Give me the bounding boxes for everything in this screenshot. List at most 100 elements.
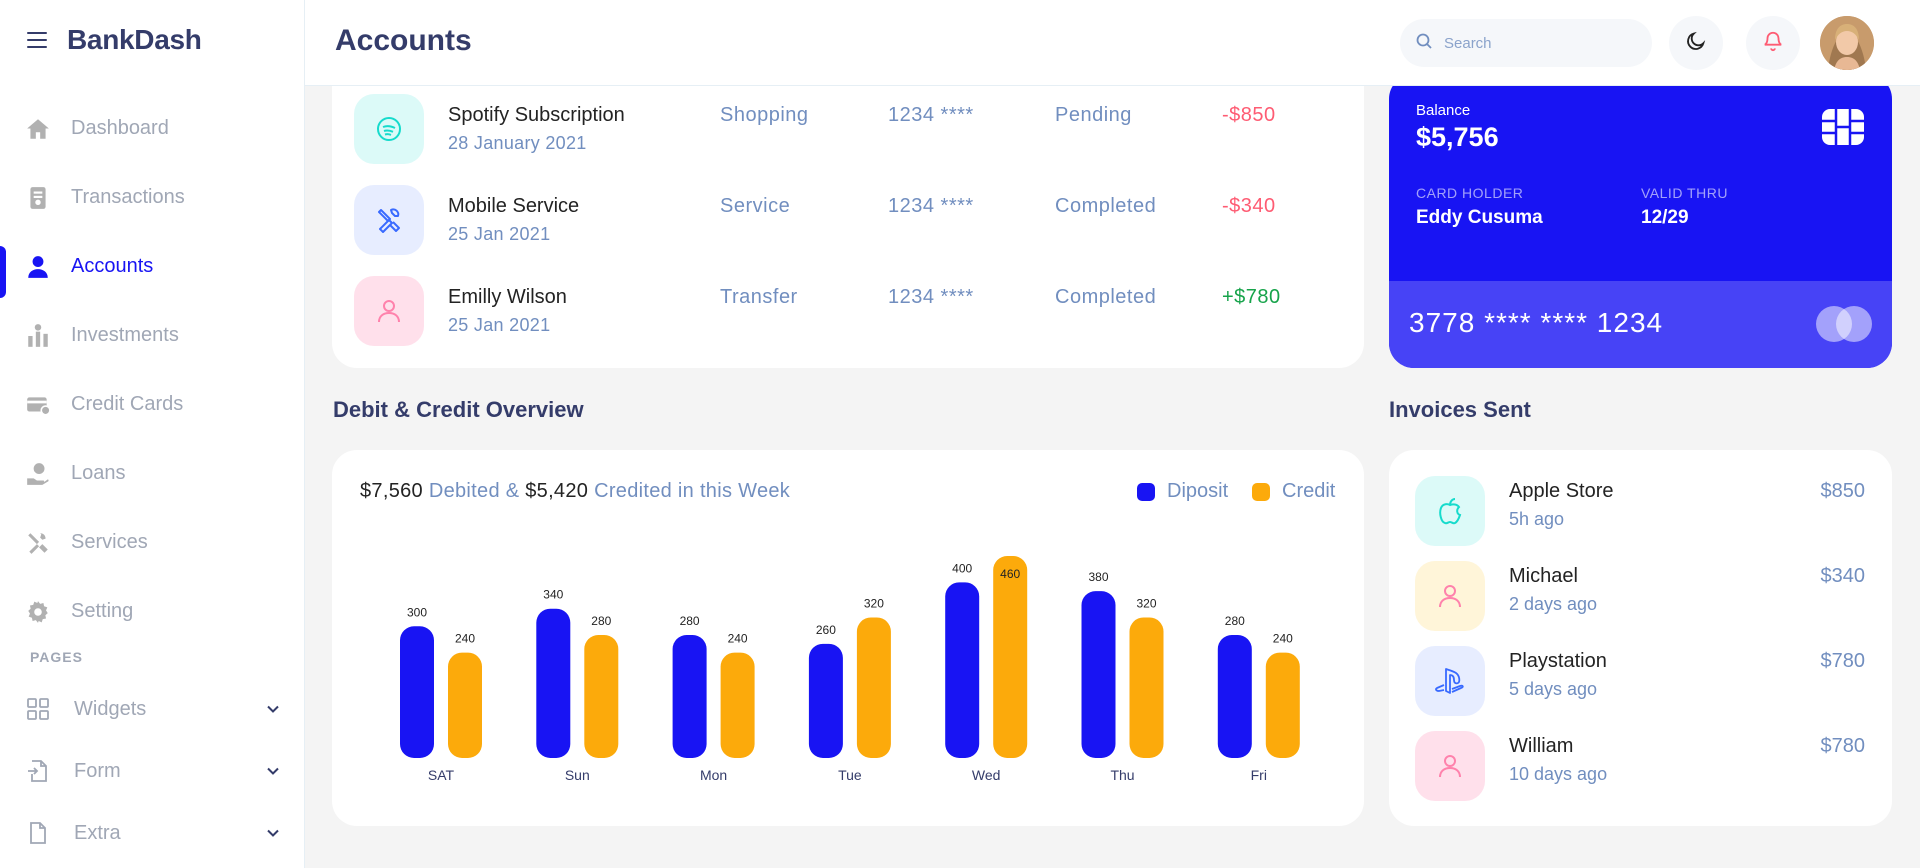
transaction-card: 1234 **** [888,286,974,308]
list-item[interactable]: William 10 days ago $780 [1415,731,1865,801]
table-row[interactable]: Emilly Wilson 25 Jan 2021 Transfer 1234 … [354,276,1344,346]
transaction-category: Service [720,195,791,217]
valid-thru-label: VALID THRU [1641,185,1728,201]
transaction-name: Mobile Service [448,195,580,217]
bar-diposit-sat[interactable] [400,626,434,758]
invoice-amount: $780 [1820,650,1866,672]
transaction-category: Shopping [720,104,809,126]
sidebar-item-extra[interactable]: Extra [0,802,305,864]
bar-credit-wed[interactable] [993,556,1028,758]
debited-text: Debited & [422,480,526,502]
bar-diposit-fri[interactable] [1217,635,1252,758]
balance-card-top: Balance $5,756 CARD HOLDER Eddy Cusuma V… [1389,74,1892,281]
user-icon [1415,731,1485,801]
credit-card-icon [25,392,51,418]
bell-icon [1762,30,1784,57]
invoice-time: 2 days ago [1509,594,1598,614]
bar-credit-mon[interactable] [720,652,755,758]
user-icon [354,276,424,346]
legend-swatch [1252,482,1270,501]
invoice-time: 5 days ago [1509,679,1598,699]
x-tick-label: Wed [972,767,1001,783]
invoice-name: Michael [1509,565,1578,587]
legend-label: Credit [1282,480,1336,502]
data-label: 280 [680,614,700,628]
transaction-date: 28 January 2021 [448,133,587,153]
mastercard-logo-icon [1816,306,1872,342]
data-label: 380 [1088,570,1108,584]
bar-diposit-mon[interactable] [672,635,707,758]
invoice-time: 5h ago [1509,509,1565,529]
sidebar-item-setting[interactable]: Setting [0,577,305,646]
bar-diposit-tue[interactable] [808,643,843,758]
table-row[interactable]: Mobile Service 25 Jan 2021 Service 1234 … [354,185,1344,255]
user-icon [1415,561,1485,631]
weekly-summary: $7,560 Debited & $5,420 Credited in this… [360,480,790,503]
card-chip-icon [1821,108,1865,146]
data-label: 280 [591,614,611,628]
transaction-card: 1234 **** [888,104,974,126]
list-item[interactable]: Michael 2 days ago $340 [1415,561,1865,631]
bar-diposit-wed[interactable] [945,582,980,758]
bar-chart: 300 240 SAT 340 280 Sun 280 240 Mon 260 320 Tue 400 4… [400,556,1300,783]
overview-title: Debit & Credit Overview [333,397,584,422]
bar-diposit-thu[interactable] [1081,591,1116,758]
balance-card[interactable]: Balance $5,756 CARD HOLDER Eddy Cusuma V… [1389,74,1892,368]
transaction-card: 1234 **** [888,195,974,217]
chevron-down-icon [266,764,280,778]
list-item[interactable]: Apple Store 5h ago $850 [1415,476,1865,546]
search-input[interactable] [1444,34,1624,52]
data-label: 240 [455,632,475,646]
bar-credit-fri[interactable] [1265,652,1300,758]
table-row[interactable]: Spotify Subscription 28 January 2021 Sho… [354,94,1344,164]
gear-icon [25,599,51,625]
dark-mode-toggle[interactable] [1669,16,1723,70]
bar-diposit-sun[interactable] [536,608,571,758]
avatar[interactable] [1820,16,1874,70]
sidebar-item-credit-cards[interactable]: Credit Cards [0,370,305,439]
sidebar-item-label: Dashboard [71,117,169,139]
x-tick-label: SAT [428,767,455,783]
list-item[interactable]: Playstation 5 days ago $780 [1415,646,1865,716]
legend-item-deposit: Diposit [1137,480,1228,503]
balance-amount: $5,756 [1416,122,1499,152]
bar-credit-sat[interactable] [448,652,482,758]
bar-credit-tue[interactable] [856,617,891,758]
tools-icon [354,185,424,255]
sidebar-item-widgets[interactable]: Widgets [0,678,305,740]
valid-thru-value: 12/29 [1641,207,1689,228]
invoice-name: William [1509,735,1574,757]
menu-icon[interactable] [27,32,47,48]
sidebar-item-services[interactable]: Services [0,508,305,577]
apple-icon [1415,476,1485,546]
loan-icon [25,461,51,487]
notifications-button[interactable] [1746,16,1800,70]
sidebar-item-accounts[interactable]: Accounts [0,232,305,301]
transactions-icon [25,185,51,211]
sidebar-item-dashboard[interactable]: Dashboard [0,94,305,163]
invoice-name: Playstation [1509,650,1607,672]
debit-credit-overview-card: $7,560 Debited & $5,420 Credited in this… [332,450,1364,826]
invoice-time: 10 days ago [1509,764,1608,784]
transaction-status: Completed [1055,286,1157,308]
balance-card-bottom: 3778 **** **** 1234 [1389,281,1892,368]
sidebar-item-loans[interactable]: Loans [0,439,305,508]
brand: BankDash [27,24,202,56]
chevron-down-icon [266,826,280,840]
x-tick-label: Tue [838,767,862,783]
grid-icon [27,698,49,720]
sidebar-item-form[interactable]: Form [0,740,305,802]
bar-credit-sun[interactable] [584,635,619,758]
sidebar-item-label: Credit Cards [71,393,184,415]
invoice-amount: $780 [1820,735,1866,757]
sidebar-item-investments[interactable]: Investments [0,301,305,370]
sidebar-item-label: Widgets [74,697,147,720]
sidebar-item-transactions[interactable]: Transactions [0,163,305,232]
search-bar[interactable] [1400,19,1652,67]
data-label: 260 [816,623,836,637]
page-title: Accounts [335,24,472,57]
bar-credit-thu[interactable] [1129,617,1164,758]
sidebar-item-label: Accounts [71,255,154,277]
investments-icon [25,323,51,349]
legend-item-credit: Credit [1252,480,1335,503]
